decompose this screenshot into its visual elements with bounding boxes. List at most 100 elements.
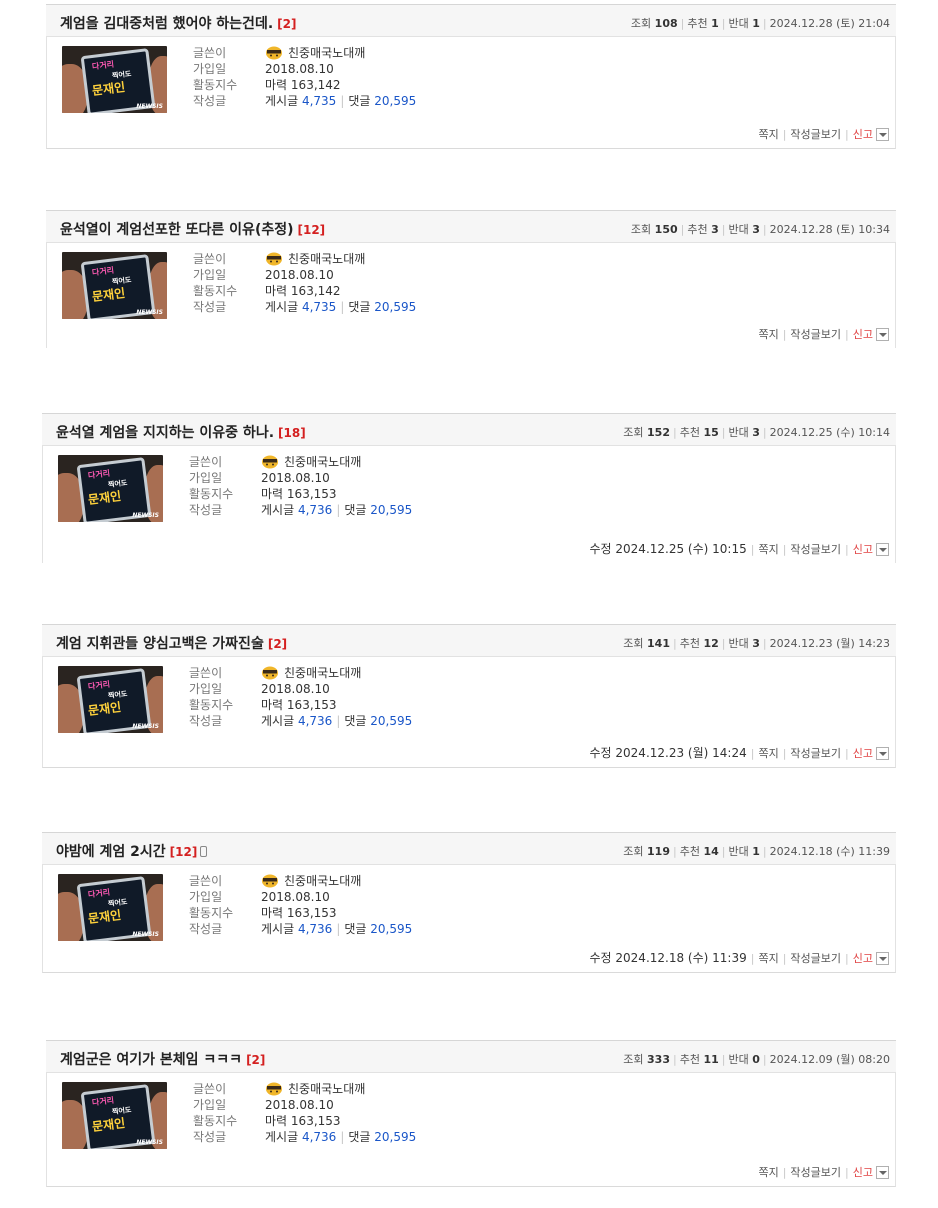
user-level-icon [266,252,282,266]
author-nickname[interactable]: 친중매국노대깨 [288,1082,365,1096]
post-title[interactable]: 계엄군은 여기가 본체임 ㅋㅋㅋ [2] [60,1049,265,1069]
message-link[interactable]: 쪽지 [758,747,778,760]
post-header: 윤석열이 계엄선포한 또다른 이유(추정) [12] 조회 150 | 추천 3 | 반대… [46,210,896,243]
post-meta: 조회 108 | 추천 1 | 반대 1 | 2024.12.28 (토) 21:04 [630,17,890,30]
message-link[interactable]: 쪽지 [758,1166,778,1179]
dropdown-arrow-icon[interactable] [876,1166,889,1179]
view-posts-link[interactable]: 작성글보기 [790,543,841,556]
author-info-values: 친중매국노대깨 2018.08.10 마력 163,153 게시글 4,736 |… [265,1082,417,1144]
message-link[interactable]: 쪽지 [758,128,778,141]
author-nickname[interactable]: 친중매국노대깨 [284,874,361,888]
message-link[interactable]: 쪽지 [758,328,778,341]
report-link[interactable]: 신고 [853,747,873,760]
post-actions: 수정 2024.12.18 (수) 11:39 | 쪽지 | 작성글보기 | 신고 [589,949,889,966]
post-meta: 조회 152 | 추천 15 | 반대 3 | 2024.12.25 (수) 10:14 [623,426,890,439]
avatar[interactable]: 다거리 찍어도 문재인 NEWSIS [62,1082,167,1149]
post-title[interactable]: 야밤에 계엄 2시간 [12] [56,841,208,861]
post-body: 다거리 찍어도 문재인 NEWSIS 글쓴이 가입일 활동지수 작성글 친중매국노대깨… [42,446,896,563]
view-posts-link[interactable]: 작성글보기 [790,1166,841,1179]
report-link[interactable]: 신고 [853,1166,873,1179]
comment-count[interactable]: [18] [278,426,306,440]
author-nickname[interactable]: 친중매국노대깨 [284,455,361,469]
avatar[interactable]: 다거리 찍어도 문재인 NEWSIS [62,46,167,113]
author-nickname[interactable]: 친중매국노대깨 [288,46,365,60]
post-title[interactable]: 계엄을 김대중처럼 했어야 하는건데. [2] [60,13,296,33]
author-info-labels: 글쓴이 가입일 활동지수 작성글 [189,455,234,517]
avatar[interactable]: 다거리 찍어도 문재인 NEWSIS [58,666,163,733]
avatar[interactable]: 다거리 찍어도 문재인 NEWSIS [58,455,163,522]
post-actions: 수정 2024.12.23 (월) 14:24 | 쪽지 | 작성글보기 | 신고 [589,744,889,761]
user-level-icon [262,666,278,680]
post-actions: 쪽지 | 작성글보기 | 신고 [758,126,889,142]
author-info-labels: 글쓴이 가입일 활동지수 작성글 [193,46,238,108]
view-posts-link[interactable]: 작성글보기 [790,128,841,141]
edited-timestamp: 수정 2024.12.23 (월) 14:24 [589,746,747,760]
dropdown-arrow-icon[interactable] [876,952,889,965]
report-link[interactable]: 신고 [853,543,873,556]
author-info-values: 친중매국노대깨 2018.08.10 마력 163,142 게시글 4,735 |… [265,46,417,108]
post-body: 다거리 찍어도 문재인 NEWSIS 글쓴이 가입일 활동지수 작성글 친중매국노대깨… [46,1073,896,1187]
dropdown-arrow-icon[interactable] [876,328,889,341]
comment-count[interactable]: [2] [277,17,296,31]
post-card: 계엄군은 여기가 본체임 ㅋㅋㅋ [2] 조회 333 | 추천 11 | 반대 0 | 20… [46,1040,896,1187]
user-level-icon [266,1082,282,1096]
view-posts-link[interactable]: 작성글보기 [790,328,841,341]
author-info-labels: 글쓴이 가입일 활동지수 작성글 [193,252,238,314]
post-card: 윤석열이 계엄선포한 또다른 이유(추정) [12] 조회 150 | 추천 3 | 반대… [46,210,896,348]
comment-count[interactable]: [2] [246,1053,265,1067]
post-actions: 쪽지 | 작성글보기 | 신고 [758,326,889,342]
comment-count[interactable]: [12] [170,845,198,859]
post-card: 계엄을 김대중처럼 했어야 하는건데. [2] 조회 108 | 추천 1 | 반대 1 |… [46,4,896,149]
post-actions: 쪽지 | 작성글보기 | 신고 [758,1164,889,1180]
post-title[interactable]: 윤석열이 계엄선포한 또다른 이유(추정) [12] [60,219,325,239]
author-info-values: 친중매국노대깨 2018.08.10 마력 163,153 게시글 4,736 |… [261,666,413,728]
post-card: 윤석열 계엄을 지지하는 이유중 하나. [18] 조회 152 | 추천 15 | 반대… [42,413,896,563]
post-actions: 수정 2024.12.25 (수) 10:15 | 쪽지 | 작성글보기 | 신고 [589,540,889,557]
post-card: 계엄 지휘관들 양심고백은 가짜진술 [2] 조회 141 | 추천 12 | 반대 3 |… [42,624,896,768]
view-posts-link[interactable]: 작성글보기 [790,747,841,760]
post-meta: 조회 141 | 추천 12 | 반대 3 | 2024.12.23 (월) 14:23 [623,637,890,650]
post-meta: 조회 333 | 추천 11 | 반대 0 | 2024.12.09 (월) 08:20 [623,1053,890,1066]
comment-count[interactable]: [12] [298,223,326,237]
edited-timestamp: 수정 2024.12.25 (수) 10:15 [589,542,747,556]
user-level-icon [262,455,278,469]
post-meta: 조회 150 | 추천 3 | 반대 3 | 2024.12.28 (토) 10:34 [630,223,890,236]
post-body: 다거리 찍어도 문재인 NEWSIS 글쓴이 가입일 활동지수 작성글 친중매국노대깨… [46,243,896,348]
post-header: 계엄을 김대중처럼 했어야 하는건데. [2] 조회 108 | 추천 1 | 반대 1 |… [46,4,896,37]
post-meta: 조회 119 | 추천 14 | 반대 1 | 2024.12.18 (수) 11:39 [623,845,890,858]
user-level-icon [262,874,278,888]
author-nickname[interactable]: 친중매국노대깨 [288,252,365,266]
post-title[interactable]: 계엄 지휘관들 양심고백은 가짜진술 [2] [56,633,287,653]
report-link[interactable]: 신고 [853,128,873,141]
author-info-labels: 글쓴이 가입일 활동지수 작성글 [193,1082,238,1144]
post-card: 야밤에 계엄 2시간 [12] 조회 119 | 추천 14 | 반대 1 | 2024.12… [42,832,896,973]
dropdown-arrow-icon[interactable] [876,543,889,556]
post-body: 다거리 찍어도 문재인 NEWSIS 글쓴이 가입일 활동지수 작성글 친중매국노대깨… [42,865,896,973]
post-body: 다거리 찍어도 문재인 NEWSIS 글쓴이 가입일 활동지수 작성글 친중매국노대깨… [42,657,896,768]
author-info-labels: 글쓴이 가입일 활동지수 작성글 [189,666,234,728]
author-info-values: 친중매국노대깨 2018.08.10 마력 163,153 게시글 4,736 |… [261,455,413,517]
author-info-values: 친중매국노대깨 2018.08.10 마력 163,153 게시글 4,736 |… [261,874,413,936]
dropdown-arrow-icon[interactable] [876,128,889,141]
avatar[interactable]: 다거리 찍어도 문재인 NEWSIS [62,252,167,319]
avatar[interactable]: 다거리 찍어도 문재인 NEWSIS [58,874,163,941]
post-header: 야밤에 계엄 2시간 [12] 조회 119 | 추천 14 | 반대 1 | 2024.12… [42,832,896,865]
author-info-labels: 글쓴이 가입일 활동지수 작성글 [189,874,234,936]
post-header: 계엄 지휘관들 양심고백은 가짜진술 [2] 조회 141 | 추천 12 | 반대 3 |… [42,624,896,657]
comment-count[interactable]: [2] [268,637,287,651]
mobile-phone-icon [200,846,208,857]
message-link[interactable]: 쪽지 [758,952,778,965]
report-link[interactable]: 신고 [853,328,873,341]
post-title[interactable]: 윤석열 계엄을 지지하는 이유중 하나. [18] [56,422,306,442]
post-header: 계엄군은 여기가 본체임 ㅋㅋㅋ [2] 조회 333 | 추천 11 | 반대 0 | 20… [46,1040,896,1073]
author-info-values: 친중매국노대깨 2018.08.10 마력 163,142 게시글 4,735 |… [265,252,417,314]
post-body: 다거리 찍어도 문재인 NEWSIS 글쓴이 가입일 활동지수 작성글 친중매국노대깨… [46,37,896,149]
author-nickname[interactable]: 친중매국노대깨 [284,666,361,680]
edited-timestamp: 수정 2024.12.18 (수) 11:39 [589,951,747,965]
view-posts-link[interactable]: 작성글보기 [790,952,841,965]
dropdown-arrow-icon[interactable] [876,747,889,760]
report-link[interactable]: 신고 [853,952,873,965]
user-level-icon [266,46,282,60]
post-header: 윤석열 계엄을 지지하는 이유중 하나. [18] 조회 152 | 추천 15 | 반대… [42,413,896,446]
message-link[interactable]: 쪽지 [758,543,778,556]
